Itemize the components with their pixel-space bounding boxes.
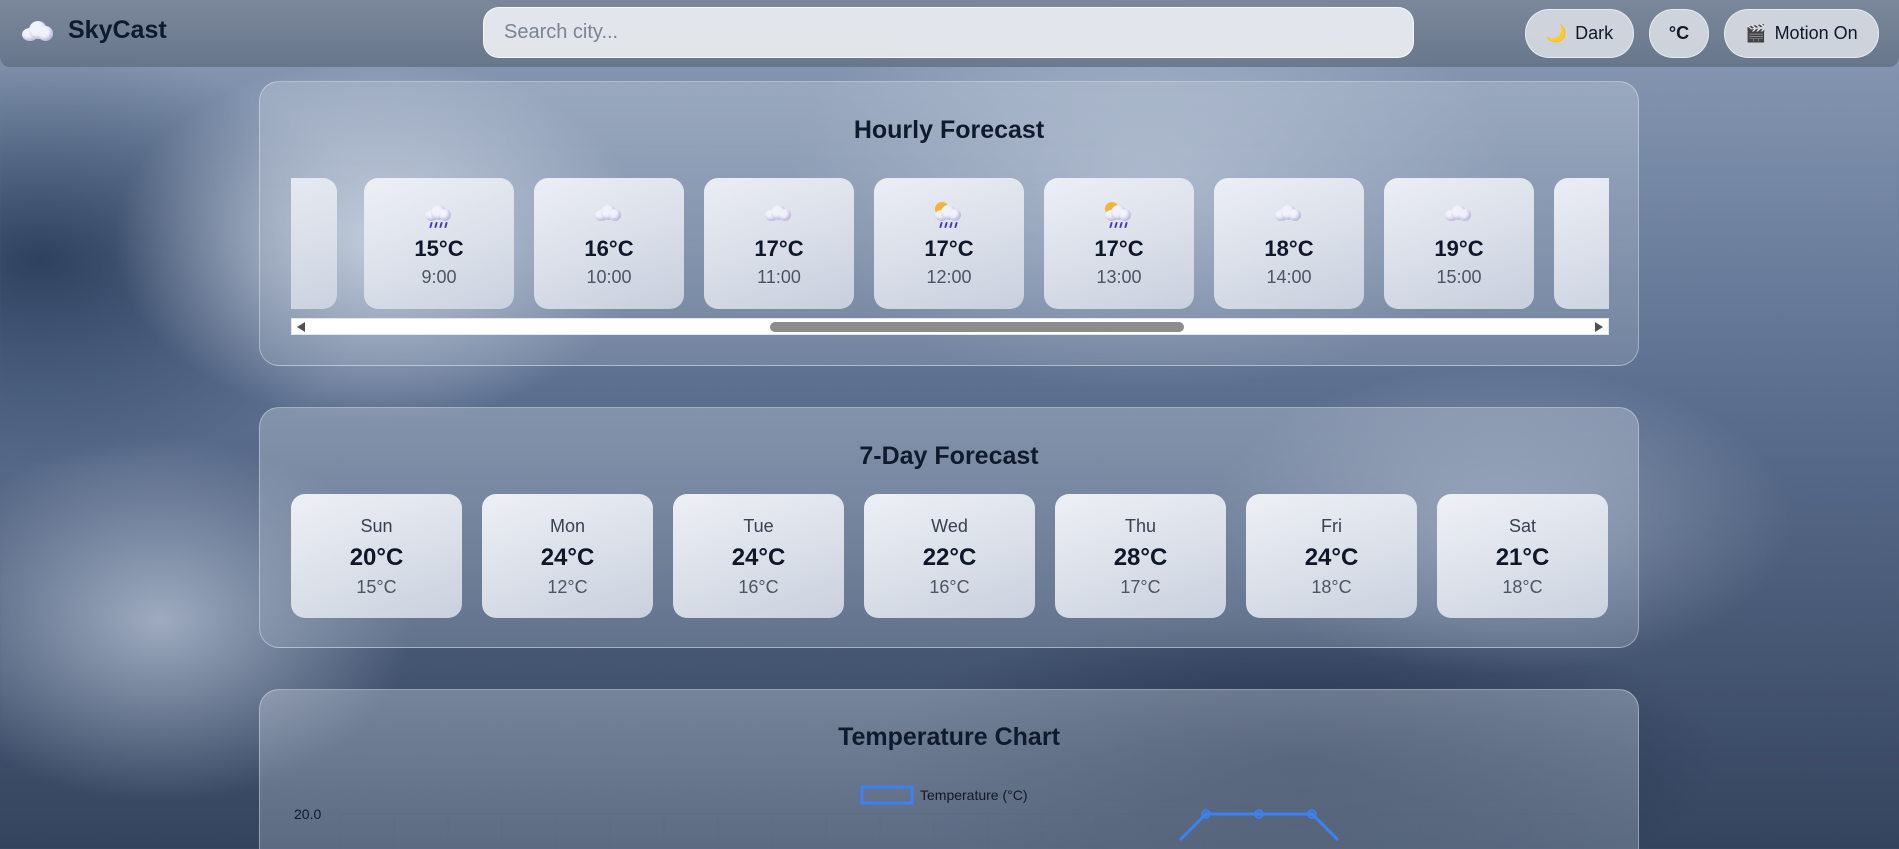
hourly-temp: 16°C xyxy=(584,236,634,261)
scroll-right-arrow-icon[interactable] xyxy=(1595,322,1603,332)
motion-label: Motion On xyxy=(1774,23,1858,43)
unit-toggle-button[interactable]: °C xyxy=(1649,9,1709,58)
day-high-temp: 20°C xyxy=(349,544,404,571)
hourly-time: 15:00 xyxy=(1436,267,1482,287)
day-name: Sun xyxy=(360,516,393,536)
hourly-card[interactable]: 16°C 10:00 xyxy=(534,178,684,309)
day-card-sat[interactable]: Sat 21°C 18°C xyxy=(1437,494,1608,618)
hourly-time: 11:00 xyxy=(757,267,801,287)
day-card-mon[interactable]: Mon 24°C 12°C xyxy=(482,494,653,618)
hourly-time: 13:00 xyxy=(1096,267,1142,287)
day-name: Thu xyxy=(1124,516,1157,536)
hourly-temp: 2 xyxy=(1554,236,1609,262)
unit-label: °C xyxy=(1668,23,1690,43)
sun-rain-cloud-icon xyxy=(933,202,965,228)
cloud-icon xyxy=(1273,202,1305,228)
hourly-card[interactable]: 17°C 11:00 xyxy=(704,178,854,309)
brand[interactable]: SkyCast xyxy=(22,16,167,45)
hourly-time: 9:00 xyxy=(421,267,457,287)
scrollbar-thumb[interactable] xyxy=(770,322,1184,332)
seven-day-forecast-title: 7-Day Forecast xyxy=(859,442,1039,470)
hourly-card[interactable]: 2 xyxy=(1554,178,1609,309)
day-card-thu[interactable]: Thu 28°C 17°C xyxy=(1055,494,1226,618)
day-low-temp: 16°C xyxy=(929,577,970,597)
hourly-temp: 17°C xyxy=(754,236,804,261)
legend-label: Temperature (°C) xyxy=(920,787,1028,803)
hourly-card[interactable]: 17°C 13:00 xyxy=(1044,178,1194,309)
hourly-time: 14:00 xyxy=(1266,267,1312,287)
hourly-temp: 18°C xyxy=(1264,236,1314,261)
day-high-temp: 24°C xyxy=(540,544,595,571)
day-low-temp: 16°C xyxy=(738,577,779,597)
hourly-temp: 17°C xyxy=(924,236,974,261)
legend-swatch xyxy=(860,785,914,805)
day-name: Mon xyxy=(549,516,585,536)
day-high-temp: 28°C xyxy=(1113,544,1168,571)
day-high-temp: 21°C xyxy=(1495,544,1550,571)
temperature-point xyxy=(1254,809,1264,819)
seven-day-forecast-panel: 7-Day Forecast Sun 20°C 15°C Mon 24°C 12°C Tue… xyxy=(259,407,1639,648)
search-city-input[interactable] xyxy=(483,7,1414,58)
hourly-time: 12:00 xyxy=(926,267,972,287)
day-low-temp: 17°C xyxy=(1120,577,1161,597)
cloud-icon xyxy=(1443,202,1475,228)
day-high-temp: 22°C xyxy=(922,544,977,571)
hourly-card[interactable]: 19°C 15:00 xyxy=(1384,178,1534,309)
hourly-card[interactable]: 15°C 9:00 xyxy=(364,178,514,309)
hourly-card[interactable]: 17°C 12:00 xyxy=(874,178,1024,309)
day-low-temp: 18°C xyxy=(1311,577,1352,597)
day-low-temp: 18°C xyxy=(1502,577,1543,597)
hourly-temp: 17°C xyxy=(1094,236,1144,261)
day-name: Fri xyxy=(1321,516,1342,536)
hourly-time: 10:00 xyxy=(586,267,632,287)
scroll-left-arrow-icon[interactable] xyxy=(297,322,305,332)
cloud-icon xyxy=(593,202,625,228)
dark-mode-label: Dark xyxy=(1575,23,1614,43)
dark-mode-button[interactable]: 🌙 Dark xyxy=(1525,9,1634,58)
motion-toggle-button[interactable]: 🎬 Motion On xyxy=(1724,9,1879,58)
cloud-icon xyxy=(763,202,795,228)
day-high-temp: 24°C xyxy=(731,544,786,571)
day-high-temp: 24°C xyxy=(1304,544,1359,571)
temperature-chart-panel: Temperature Chart Temperature (°C) 20.0 xyxy=(259,689,1639,849)
day-name: Wed xyxy=(931,516,968,536)
day-name: Tue xyxy=(743,516,774,536)
day-card-sun[interactable]: Sun 20°C 15°C xyxy=(291,494,462,618)
hourly-forecast-title: Hourly Forecast xyxy=(853,116,1045,144)
hourly-scrollbar[interactable] xyxy=(291,318,1609,335)
day-card-fri[interactable]: Fri 24°C 18°C xyxy=(1246,494,1417,618)
crescent-moon-icon: 🌙 xyxy=(1545,23,1568,43)
day-card-wed[interactable]: Wed 22°C 16°C xyxy=(864,494,1035,618)
hourly-temp: 19°C xyxy=(1434,236,1484,261)
app-name: SkyCast xyxy=(68,16,167,44)
day-card-tue[interactable]: Tue 24°C 16°C xyxy=(673,494,844,618)
temperature-point xyxy=(1307,809,1317,819)
rain-cloud-icon xyxy=(423,202,455,228)
hourly-temp: 15°C xyxy=(414,236,464,261)
day-low-temp: 12°C xyxy=(547,577,588,597)
day-low-temp: 15°C xyxy=(356,577,397,597)
clapperboard-icon: 🎬 xyxy=(1745,23,1767,43)
sun-rain-cloud-icon xyxy=(1103,202,1135,228)
hourly-scroll-strip[interactable]: 15°C 9:00 16°C 10:00 17°C 11:00 17°C 12:00 17°C 1… xyxy=(291,178,1609,309)
cloud-logo-icon xyxy=(22,20,54,42)
top-bar: SkyCast 🌙 Dark °C 🎬 Motion On xyxy=(0,0,1899,67)
hourly-forecast-panel: Hourly Forecast 15°C 9:00 16°C 10:00 17°C 11:… xyxy=(259,81,1639,366)
hourly-card[interactable] xyxy=(291,178,337,309)
y-tick-label: 20.0 xyxy=(294,806,321,822)
temperature-point xyxy=(1201,809,1211,819)
day-name: Sat xyxy=(1508,516,1537,536)
hourly-card[interactable]: 18°C 14:00 xyxy=(1214,178,1364,309)
temperature-chart: Temperature (°C) 20.0 xyxy=(294,785,1583,849)
